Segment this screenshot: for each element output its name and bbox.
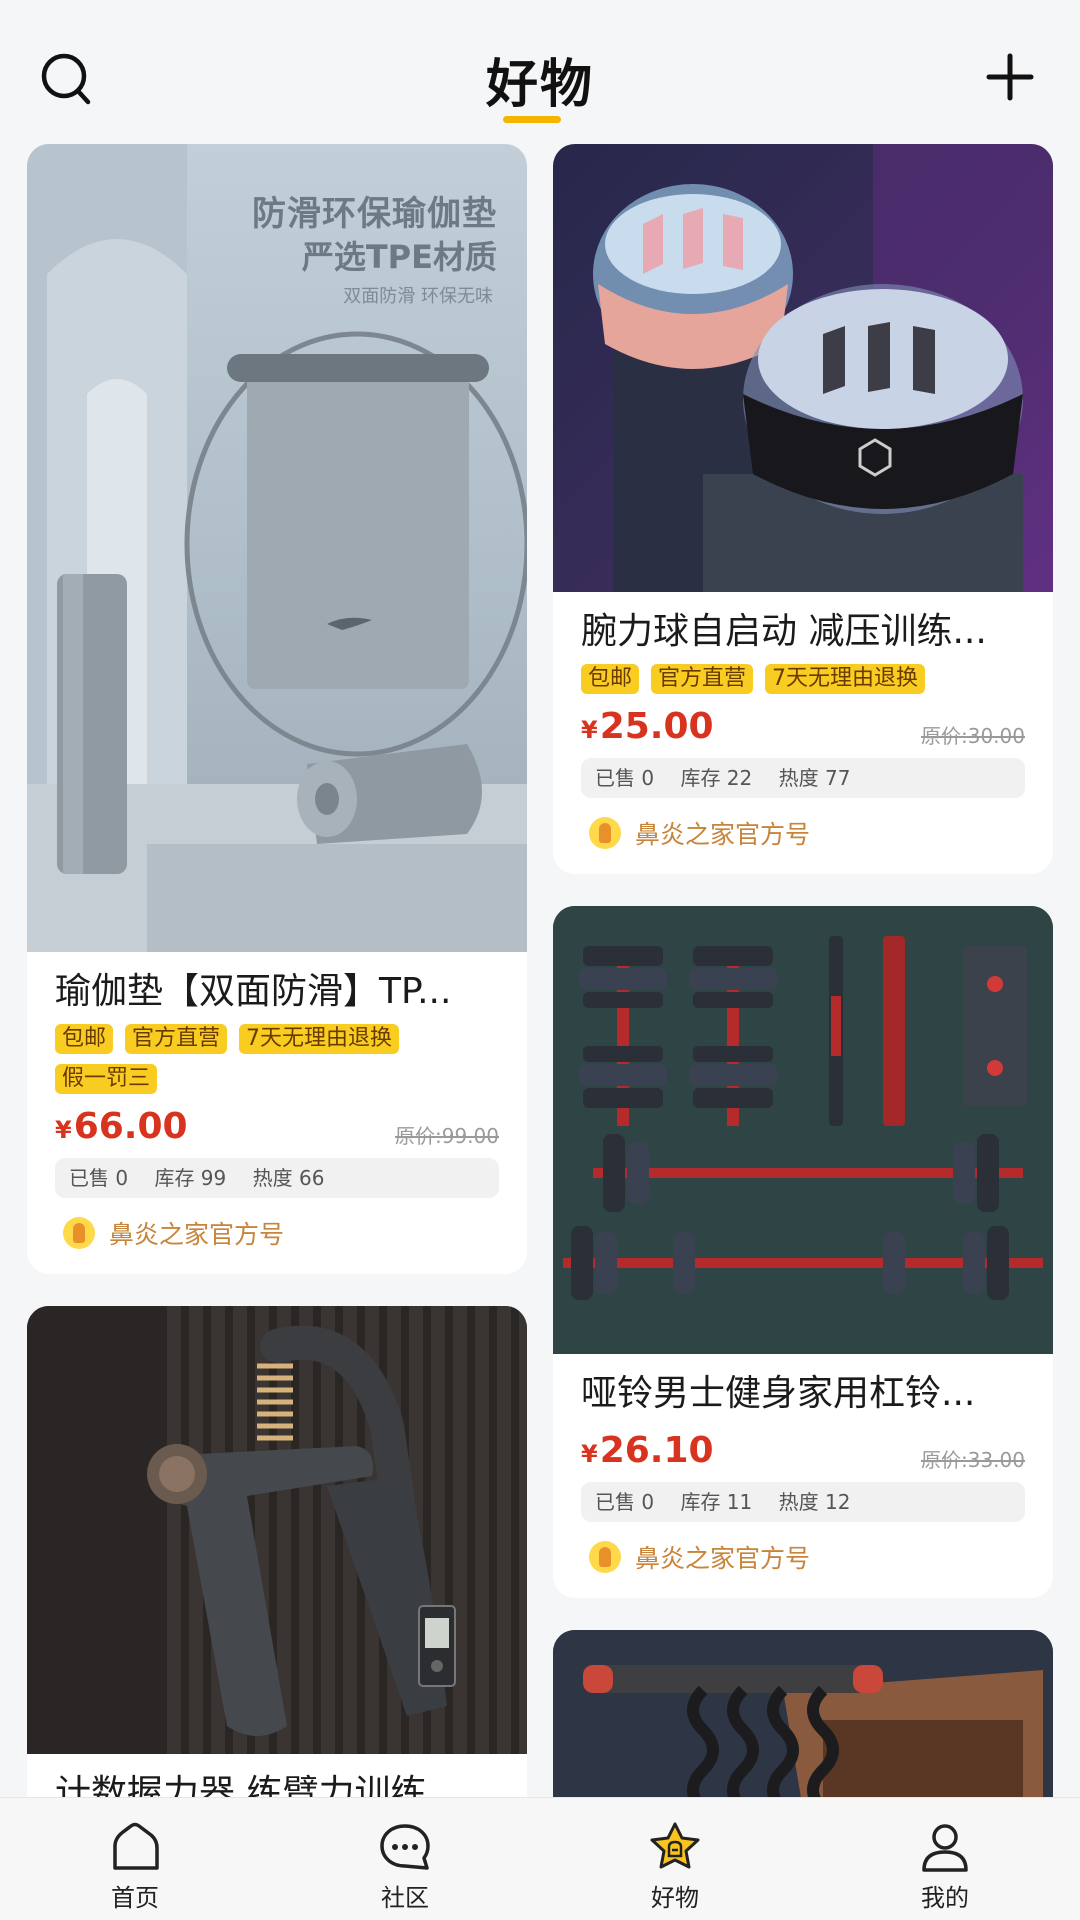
bottom-tab-bar: 首页 社区 好物 我的 [0, 1797, 1080, 1920]
tag-counterfeit-guarantee: 假一罚三 [55, 1064, 158, 1094]
tab-community[interactable]: 社区 [270, 1798, 540, 1920]
shop-name: 鼻炎之家官方号 [635, 1544, 811, 1573]
sold-count: 已售 0 [595, 1490, 655, 1514]
tag-free-shipping: 包邮 [581, 664, 640, 694]
product-image-wrist-ball [553, 144, 1053, 592]
product-image-grip-trainer [27, 1306, 527, 1754]
stock-count: 库存 11 [680, 1490, 753, 1514]
shop-avatar [63, 1217, 95, 1249]
tag-7-day-return: 7天无理由退换 [239, 1024, 400, 1054]
image-subheadline: 严选TPE材质 [301, 238, 497, 276]
product-name: 哑铃男士健身家用杠铃... [581, 1373, 976, 1414]
original-price: 原价:30.00 [921, 724, 1025, 748]
product-card-dumbbells[interactable]: 哑铃男士健身家用杠铃... ¥26.10 原价:33.00 已售 0 库存 11… [553, 906, 1053, 1598]
feed-column-right: 腕力球自启动 减压训练... 包邮 官方直营 7天无理由退换 ¥25.00 原价… [553, 144, 1053, 1920]
heat-count: 热度 12 [778, 1490, 851, 1514]
tag-official: 官方直营 [125, 1024, 228, 1054]
product-card-yoga-mat[interactable]: 防滑环保瑜伽垫 严选TPE材质 双面防滑 环保无味 瑜伽垫【双面防滑】TP...… [27, 144, 527, 1274]
shop-avatar [589, 817, 621, 849]
product-stats: 已售 0 库存 99 热度 66 [55, 1158, 499, 1198]
product-name: 腕力球自启动 减压训练... [581, 611, 987, 652]
product-price: ¥26.10 [581, 1430, 714, 1471]
sold-count: 已售 0 [595, 766, 655, 790]
shop-name: 鼻炎之家官方号 [635, 820, 811, 849]
shop-link[interactable]: 鼻炎之家官方号 [55, 1214, 499, 1252]
product-stats: 已售 0 库存 22 热度 77 [581, 758, 1025, 798]
shop-name: 鼻炎之家官方号 [109, 1220, 285, 1249]
tag-7-day-return: 7天无理由退换 [765, 664, 926, 694]
tab-label: 好物 [651, 1884, 699, 1912]
feed-column-left: 防滑环保瑜伽垫 严选TPE材质 双面防滑 环保无味 瑜伽垫【双面防滑】TP...… [27, 144, 527, 1872]
stock-count: 库存 22 [680, 766, 753, 790]
product-price: ¥25.00 [581, 706, 714, 747]
image-headline: 防滑环保瑜伽垫 [252, 194, 497, 234]
product-stats: 已售 0 库存 11 热度 12 [581, 1482, 1025, 1522]
tag-official: 官方直营 [651, 664, 754, 694]
star-shop-icon [650, 1822, 700, 1869]
product-image-dumbbells [553, 906, 1053, 1354]
chat-bubble-icon [380, 1824, 430, 1870]
page-title: 好物 [485, 55, 594, 115]
heat-count: 热度 77 [778, 766, 851, 790]
shop-avatar [589, 1541, 621, 1573]
title-underline [503, 116, 561, 123]
top-header: 好物 [0, 0, 1080, 140]
image-caption: 双面防滑 环保无味 [343, 286, 493, 307]
product-card-wrist-ball[interactable]: 腕力球自启动 减压训练... 包邮 官方直营 7天无理由退换 ¥25.00 原价… [553, 144, 1053, 874]
product-name: 瑜伽垫【双面防滑】TP... [55, 971, 452, 1012]
tab-label: 我的 [921, 1884, 969, 1912]
shop-link[interactable]: 鼻炎之家官方号 [581, 1538, 1025, 1576]
original-price: 原价:33.00 [921, 1448, 1025, 1472]
sold-count: 已售 0 [69, 1166, 129, 1190]
tab-label: 首页 [111, 1884, 159, 1912]
tab-home[interactable]: 首页 [0, 1798, 270, 1920]
tab-goods[interactable]: 好物 [540, 1798, 810, 1920]
tab-mine[interactable]: 我的 [810, 1798, 1080, 1920]
user-icon [922, 1824, 968, 1872]
plus-icon[interactable] [985, 52, 1035, 102]
tag-free-shipping: 包邮 [55, 1024, 114, 1054]
home-icon [113, 1822, 159, 1870]
tag-list: 包邮 官方直营 7天无理由退换 假一罚三 [55, 1024, 499, 1094]
heat-count: 热度 66 [252, 1166, 325, 1190]
original-price: 原价:99.00 [395, 1124, 499, 1148]
tag-list: 包邮 官方直营 7天无理由退换 [581, 664, 1025, 694]
product-image-yoga-mat: 防滑环保瑜伽垫 严选TPE材质 双面防滑 环保无味 [27, 144, 527, 952]
tab-label: 社区 [381, 1884, 429, 1912]
product-price: ¥66.00 [55, 1106, 188, 1147]
stock-count: 库存 99 [154, 1166, 227, 1190]
shop-link[interactable]: 鼻炎之家官方号 [581, 814, 1025, 852]
product-card-grip-trainer[interactable]: 计数握力器 练臂力训练 ... [27, 1306, 527, 1840]
